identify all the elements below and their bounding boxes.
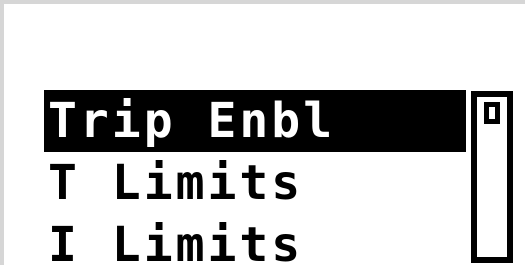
lcd-display: Trip Enbl T Limits I Limits [0,0,525,276]
scrollbar-track[interactable] [471,91,513,263]
menu-item-trip-enbl[interactable]: Trip Enbl [44,90,466,152]
scrollbar-thumb[interactable] [484,102,500,124]
menu-item-t-limits[interactable]: T Limits [44,152,466,214]
menu-item-i-limits[interactable]: I Limits [44,214,466,276]
